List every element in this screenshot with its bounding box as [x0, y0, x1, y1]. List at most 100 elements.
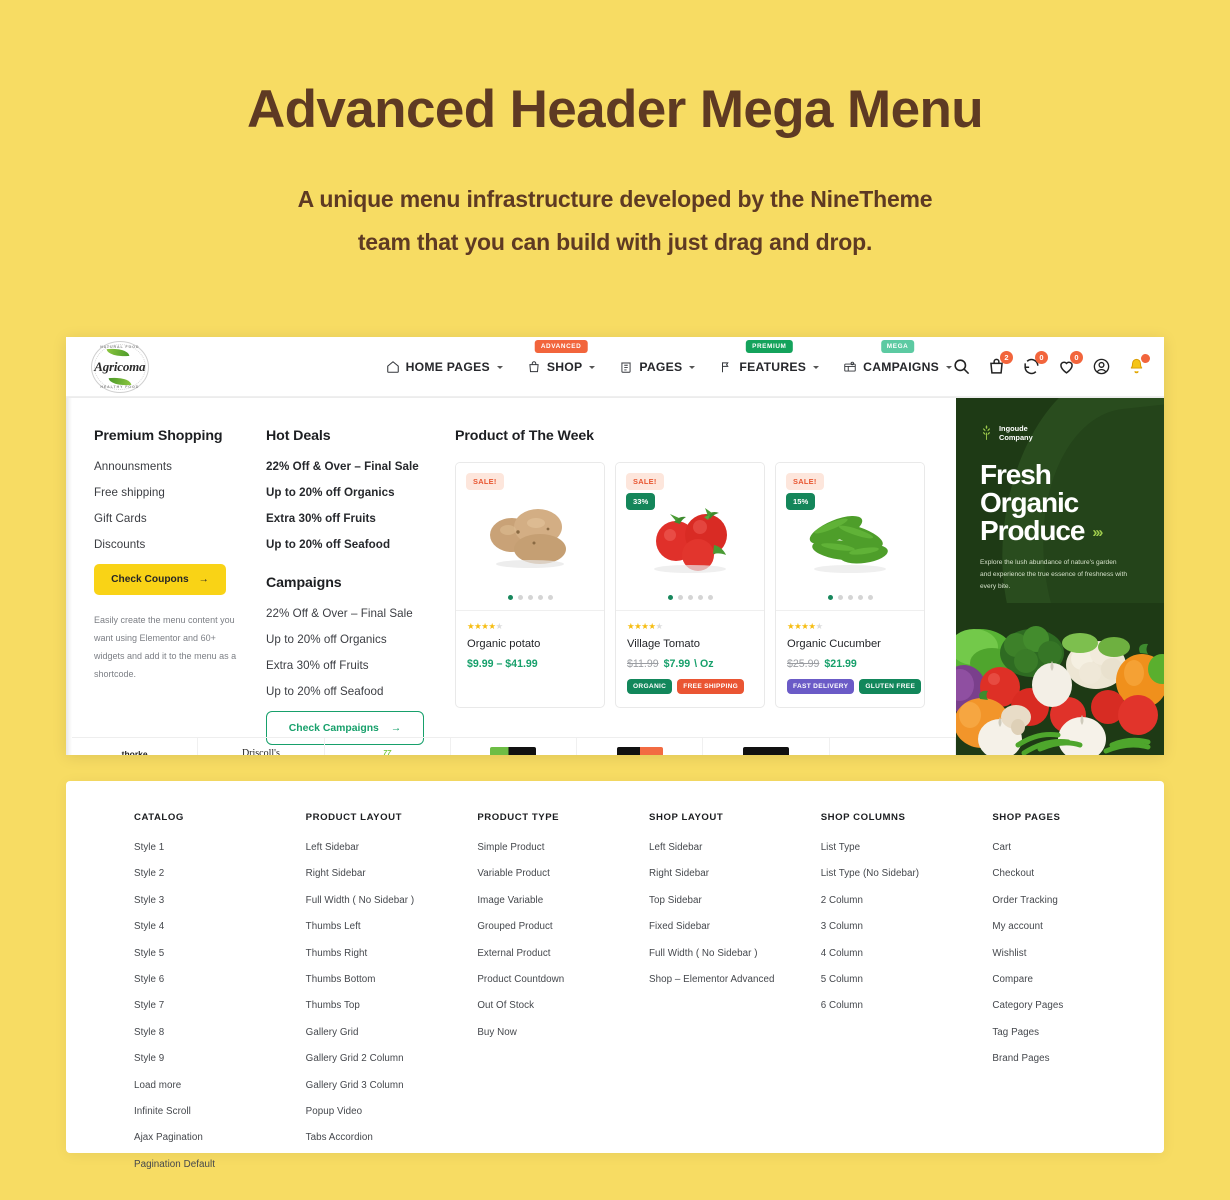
menu-item[interactable]: 4 Column [821, 948, 993, 959]
carousel-dot[interactable] [667, 595, 673, 600]
menu-item[interactable]: Gallery Grid 3 Column [306, 1080, 478, 1091]
image-carousel-dots[interactable] [776, 595, 924, 600]
menu-link[interactable]: Announsments [94, 460, 238, 473]
menu-item[interactable]: Wishlist [992, 948, 1164, 959]
product-name[interactable]: Organic Cucumber [787, 638, 913, 650]
menu-item[interactable]: Brand Pages [992, 1053, 1164, 1064]
menu-item[interactable]: Checkout [992, 868, 1164, 879]
menu-item[interactable]: My account [992, 921, 1164, 932]
menu-item[interactable]: Cart [992, 842, 1164, 853]
wishlist-icon[interactable]: 0 [1057, 351, 1083, 376]
check-coupons-button[interactable]: Check Coupons → [94, 564, 226, 595]
nav-item-features[interactable]: PREMIUM FEATURES [719, 339, 820, 374]
menu-item[interactable]: Style 2 [134, 868, 306, 879]
menu-item[interactable]: Left Sidebar [306, 842, 478, 853]
brand-cell[interactable] [577, 738, 704, 755]
menu-link[interactable]: Discounts [94, 538, 238, 551]
carousel-dot[interactable] [867, 595, 873, 600]
image-carousel-dots[interactable] [456, 595, 604, 600]
search-icon[interactable] [952, 357, 971, 376]
menu-item[interactable]: Style 1 [134, 842, 306, 853]
carousel-dot[interactable] [827, 595, 833, 600]
menu-item[interactable]: Simple Product [477, 842, 649, 853]
product-card[interactable]: SALE! 33% ★★★★★ Village Tomato $11.99 $7… [615, 462, 765, 708]
carousel-dot[interactable] [697, 595, 703, 600]
carousel-dot[interactable] [527, 595, 533, 600]
menu-link[interactable]: 22% Off & Over – Final Sale [266, 460, 433, 473]
menu-link[interactable]: Up to 20% off Seafood [266, 685, 433, 698]
menu-link[interactable]: Free shipping [94, 486, 238, 499]
brand-cell[interactable] [703, 738, 830, 755]
carousel-dot[interactable] [707, 595, 713, 600]
menu-item[interactable]: Style 5 [134, 948, 306, 959]
carousel-dot[interactable] [847, 595, 853, 600]
image-carousel-dots[interactable] [616, 595, 764, 600]
menu-link[interactable]: Extra 30% off Fruits [266, 659, 433, 672]
brand-cell[interactable]: 77 [325, 738, 451, 755]
menu-item[interactable]: Tag Pages [992, 1027, 1164, 1038]
nav-item-shop[interactable]: ADVANCED SHOP [527, 339, 596, 374]
menu-item[interactable]: Fixed Sidebar [649, 921, 821, 932]
menu-link[interactable]: Up to 20% off Organics [266, 486, 433, 499]
menu-item[interactable]: Top Sidebar [649, 895, 821, 906]
product-card[interactable]: SALE! ★★★★★ Organic potato $9.99 – $41.9… [455, 462, 605, 708]
menu-item[interactable]: Load more [134, 1080, 306, 1091]
menu-item[interactable]: Variable Product [477, 868, 649, 879]
menu-item[interactable]: 2 Column [821, 895, 993, 906]
menu-item[interactable]: Gallery Grid [306, 1027, 478, 1038]
carousel-dot[interactable] [677, 595, 683, 600]
menu-item[interactable]: Category Pages [992, 1000, 1164, 1011]
menu-item[interactable]: 5 Column [821, 974, 993, 985]
menu-item[interactable]: Ajax Pagination [134, 1132, 306, 1143]
menu-link[interactable]: 22% Off & Over – Final Sale [266, 607, 433, 620]
carousel-dot[interactable] [507, 595, 513, 600]
menu-item[interactable]: Popup Video [306, 1106, 478, 1117]
menu-item[interactable]: Thumbs Bottom [306, 974, 478, 985]
menu-link[interactable]: Up to 20% off Seafood [266, 538, 433, 551]
menu-item[interactable]: Buy Now [477, 1027, 649, 1038]
carousel-dot[interactable] [837, 595, 843, 600]
carousel-dot[interactable] [537, 595, 543, 600]
carousel-dot[interactable] [517, 595, 523, 600]
menu-link[interactable]: Extra 30% off Fruits [266, 512, 433, 525]
menu-link[interactable]: Up to 20% off Organics [266, 633, 433, 646]
menu-item[interactable]: Infinite Scroll [134, 1106, 306, 1117]
nav-item-campaigns[interactable]: MEGA CAMPAIGNS [843, 339, 952, 374]
menu-item[interactable]: Left Sidebar [649, 842, 821, 853]
menu-item[interactable]: Gallery Grid 2 Column [306, 1053, 478, 1064]
brand-cell[interactable]: thorke [72, 738, 199, 755]
promo-banner[interactable]: Ingoude Company Fresh Organic Produce ››… [956, 398, 1164, 755]
menu-item[interactable]: Image Variable [477, 895, 649, 906]
menu-item[interactable]: Style 9 [134, 1053, 306, 1064]
nav-item-pages[interactable]: PAGES [619, 360, 696, 374]
menu-item[interactable]: 3 Column [821, 921, 993, 932]
menu-item[interactable]: Thumbs Left [306, 921, 478, 932]
menu-item[interactable]: Thumbs Top [306, 1000, 478, 1011]
menu-item[interactable]: Order Tracking [992, 895, 1164, 906]
menu-item[interactable]: Full Width ( No Sidebar ) [649, 948, 821, 959]
product-card[interactable]: SALE! 15% ★★★★★ Organic Cucumber $25.99 … [775, 462, 925, 708]
menu-item[interactable]: Product Countdown [477, 974, 649, 985]
product-name[interactable]: Organic potato [467, 638, 593, 650]
menu-item[interactable]: Style 4 [134, 921, 306, 932]
account-icon[interactable] [1092, 357, 1111, 376]
menu-item[interactable]: Style 6 [134, 974, 306, 985]
menu-item[interactable]: List Type [821, 842, 993, 853]
menu-item[interactable]: Right Sidebar [649, 868, 821, 879]
cart-icon[interactable]: 2 [987, 351, 1013, 376]
menu-item[interactable]: Thumbs Right [306, 948, 478, 959]
menu-item[interactable]: Style 8 [134, 1027, 306, 1038]
carousel-dot[interactable] [547, 595, 553, 600]
menu-item[interactable]: Grouped Product [477, 921, 649, 932]
compare-icon[interactable]: 0 [1022, 351, 1048, 376]
menu-item[interactable]: Full Width ( No Sidebar ) [306, 895, 478, 906]
menu-item[interactable]: Style 7 [134, 1000, 306, 1011]
nav-item-home-pages[interactable]: HOME PAGES [386, 360, 503, 374]
menu-item[interactable]: Shop – Elementor Advanced [649, 974, 821, 985]
menu-item[interactable]: 6 Column [821, 1000, 993, 1011]
brand-cell[interactable] [451, 738, 578, 755]
menu-item[interactable]: Out Of Stock [477, 1000, 649, 1011]
menu-link[interactable]: Gift Cards [94, 512, 238, 525]
product-name[interactable]: Village Tomato [627, 638, 753, 650]
menu-item[interactable]: List Type (No Sidebar) [821, 868, 993, 879]
